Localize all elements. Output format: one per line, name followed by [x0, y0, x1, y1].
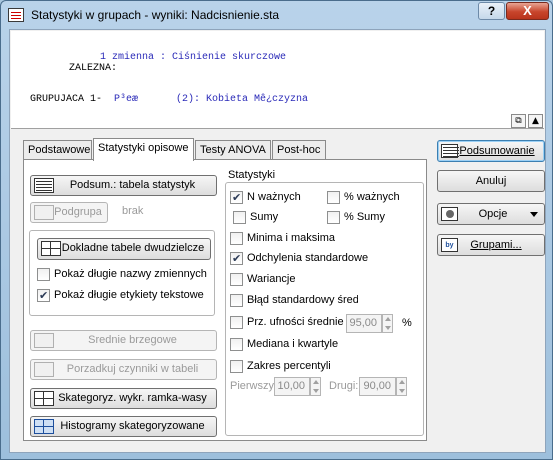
- checkbox-box[interactable]: [327, 211, 340, 224]
- title-bar[interactable]: Statystyki w grupach - wyniki: Nadcisnie…: [1, 1, 552, 29]
- boxplot-icon: [34, 391, 54, 406]
- subgroup-icon: [34, 205, 54, 220]
- window-title: Statystyki w grupach - wyniki: Nadcisnie…: [31, 8, 280, 22]
- histogram-icon: [34, 419, 54, 434]
- tab-panel-descriptive: Podsum.: tabela statystyk Podgrupa brak …: [23, 159, 427, 441]
- summary-table-icon: [441, 144, 459, 158]
- second-percentile-spinner[interactable]: [396, 377, 407, 396]
- grid-icon: [41, 241, 61, 256]
- chevron-down-icon: [530, 212, 538, 217]
- grouping-var-name: P³eæ: [114, 94, 139, 105]
- dialog-window: Statystyki w grupach - wyniki: Nadcisnie…: [0, 0, 553, 460]
- summary-table-button[interactable]: Podsum.: tabela statystyk: [30, 175, 217, 196]
- grouping-var-values: (2): Kobieta Mê¿czyzna: [176, 94, 309, 105]
- app-icon: [8, 8, 24, 22]
- checkbox-box[interactable]: [230, 232, 243, 245]
- std-error-checkbox[interactable]: Błąd standardowy średniej: [230, 294, 358, 308]
- conf-level-spinner[interactable]: [382, 314, 393, 333]
- by-groups-icon: by: [441, 238, 458, 252]
- second-percentile-input[interactable]: 90,00: [359, 377, 396, 396]
- tab-descriptive-stats[interactable]: Statystyki opisowe: [93, 138, 194, 161]
- checkbox-box[interactable]: [233, 211, 246, 224]
- stats-group-title: Statystyki: [228, 169, 276, 181]
- summary-box: ZALEZNA: 1 zmienna : Ciśnienie skurczowe…: [11, 31, 544, 129]
- categorized-boxplot-button[interactable]: Skategoryz. wykr. ramka-wasy: [30, 388, 217, 409]
- options-button[interactable]: Opcje: [437, 203, 545, 225]
- checkbox-box[interactable]: [37, 268, 50, 281]
- help-button[interactable]: ?: [478, 2, 505, 20]
- second-percentile-label: Drugi:: [329, 380, 359, 392]
- first-percentile-spinner[interactable]: [310, 377, 321, 396]
- tab-post-hoc[interactable]: Post-hoc: [272, 140, 326, 160]
- detailed-tables-button[interactable]: Dokladne tabele dwudzielcze: [37, 238, 211, 260]
- tab-basic[interactable]: Podstawowe: [23, 140, 92, 160]
- conf-unit: %: [402, 317, 412, 329]
- checkbox-box[interactable]: [327, 191, 340, 204]
- grouping-label: GRUPUJACA 1-: [30, 94, 103, 105]
- expand-up-icon[interactable]: ▲: [528, 114, 543, 128]
- checkbox-box[interactable]: [230, 191, 243, 204]
- cancel-button[interactable]: Anuluj: [437, 170, 545, 192]
- first-percentile-input[interactable]: 10,00: [274, 377, 310, 396]
- checkbox-box[interactable]: [230, 360, 243, 373]
- subgroup-value: brak: [122, 205, 144, 217]
- table-icon: [34, 178, 54, 193]
- close-button[interactable]: X: [506, 2, 549, 20]
- checkbox-box[interactable]: [230, 252, 243, 265]
- checkbox-box[interactable]: [230, 294, 243, 307]
- dialog-client: ZALEZNA: 1 zmienna : Ciśnienie skurczowe…: [9, 29, 546, 453]
- checkbox-box[interactable]: [37, 289, 50, 302]
- checkbox-box[interactable]: [230, 316, 243, 329]
- summary-button[interactable]: Podsumowanie: [437, 140, 545, 162]
- sort-factors-button[interactable]: Porzadkuj czynniki w tabeli: [30, 359, 217, 380]
- checkbox-box[interactable]: [230, 338, 243, 351]
- first-percentile-label: Pierwszy:: [230, 380, 278, 392]
- marginal-means-icon: [34, 333, 54, 348]
- subgroup-button[interactable]: Podgrupa: [30, 202, 108, 223]
- conf-level-input[interactable]: 95,00: [346, 314, 382, 333]
- dependent-value: 1 zmienna : Ciśnienie skurczowe: [100, 52, 287, 63]
- copy-icon[interactable]: ⧉: [511, 114, 526, 128]
- tab-anova[interactable]: Testy ANOVA: [195, 140, 271, 160]
- categorized-histograms-button[interactable]: Histogramy skategoryzowane: [30, 416, 217, 437]
- options-icon: [441, 207, 458, 221]
- by-groups-button[interactable]: by Grupami...: [437, 234, 545, 256]
- dependent-label: ZALEZNA:: [69, 63, 118, 74]
- sort-icon: [34, 362, 54, 377]
- checkbox-box[interactable]: [230, 273, 243, 286]
- marginal-means-button[interactable]: Srednie brzegowe: [30, 330, 217, 351]
